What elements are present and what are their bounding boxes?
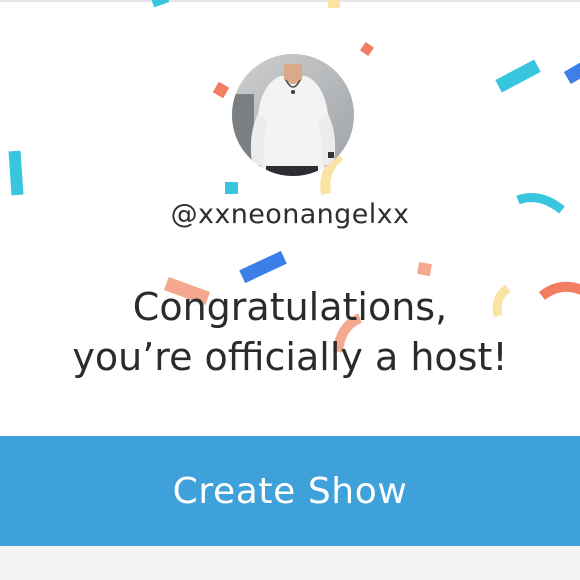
congrats-line-1: Congratulations,	[132, 285, 448, 329]
host-avatar	[232, 54, 354, 176]
top-divider	[0, 0, 580, 2]
bottom-area	[0, 546, 580, 580]
create-show-label: Create Show	[172, 470, 408, 512]
host-congrats-screen: @xxneonangelxx Congratulations, you’re o…	[0, 0, 580, 580]
congrats-line-2: you’re officially a host!	[72, 335, 508, 379]
avatar-photo	[232, 54, 354, 176]
create-show-button[interactable]: Create Show	[0, 436, 580, 546]
congrats-message: Congratulations, you’re officially a hos…	[0, 282, 580, 382]
host-username: @xxneonangelxx	[170, 199, 410, 230]
